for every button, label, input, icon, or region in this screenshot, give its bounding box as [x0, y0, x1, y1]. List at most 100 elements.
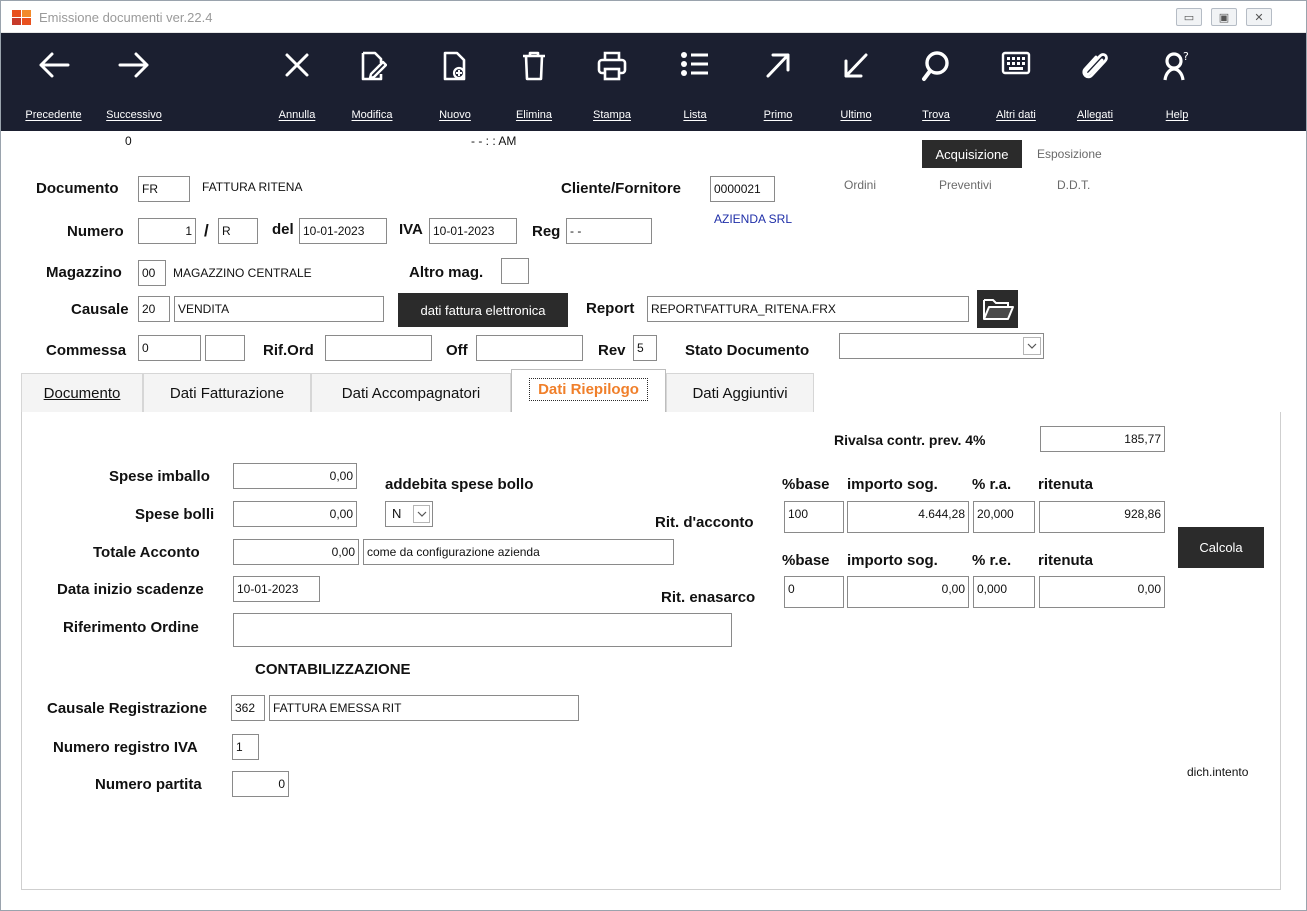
tab-dati-riepilogo[interactable]: Dati Riepilogo	[511, 369, 666, 413]
addebita-spese-bollo-label: addebita spese bollo	[385, 476, 534, 493]
data-inizio-scadenze-field[interactable]: 10-01-2023	[233, 576, 320, 602]
report-path-field[interactable]: REPORT\FATTURA_RITENA.FRX	[647, 296, 969, 322]
lista-button[interactable]: Lista	[667, 33, 723, 131]
commessa-field-2[interactable]	[205, 335, 245, 361]
rif-ord-label: Rif.Ord	[263, 342, 314, 359]
rit-enasarco-ritenuta-field[interactable]: 0,00	[1039, 576, 1165, 608]
del-date-field[interactable]: 10-01-2023	[299, 218, 387, 244]
rit-acconto-importo-field[interactable]: 4.644,28	[847, 501, 969, 533]
addebita-value: N	[392, 506, 402, 521]
svg-text:?: ?	[1183, 50, 1189, 63]
acquisizione-tab[interactable]: Acquisizione	[922, 140, 1022, 168]
causale-registrazione-code-field[interactable]: 362	[231, 695, 265, 721]
contabilizzazione-title: CONTABILIZZAZIONE	[255, 661, 411, 678]
primo-button[interactable]: Primo	[749, 33, 807, 131]
rif-ord-field[interactable]	[325, 335, 432, 361]
documento-description: FATTURA RITENA	[202, 180, 303, 194]
off-field[interactable]	[476, 335, 583, 361]
rivalsa-field[interactable]: 185,77	[1040, 426, 1165, 452]
nuovo-button[interactable]: Nuovo	[427, 33, 483, 131]
keypad-icon	[1001, 51, 1031, 75]
totale-acconto-field[interactable]: 0,00	[233, 539, 359, 565]
tab-documento[interactable]: Documento	[21, 373, 143, 412]
altro-mag-field[interactable]	[501, 258, 529, 284]
causale-registrazione-desc-field[interactable]: FATTURA EMESSA RIT	[269, 695, 579, 721]
stampa-button[interactable]: Stampa	[584, 33, 640, 131]
elimina-button[interactable]: Elimina	[506, 33, 562, 131]
stato-documento-select[interactable]	[839, 333, 1044, 359]
magazzino-code-field[interactable]: 00	[138, 260, 166, 286]
preventivi-link[interactable]: Preventivi	[939, 178, 992, 192]
annulla-button[interactable]: Annulla	[267, 33, 327, 131]
reg-field[interactable]: - -	[566, 218, 652, 244]
rit-acconto-ritenuta-field[interactable]: 928,86	[1039, 501, 1165, 533]
record-counter: 0	[125, 134, 132, 148]
documento-code-field[interactable]: FR	[138, 176, 190, 202]
successivo-button[interactable]: Successivo	[99, 33, 169, 131]
causale-code-field[interactable]: 20	[138, 296, 170, 322]
causale-description-field[interactable]: VENDITA	[174, 296, 384, 322]
tab-dati-accompagnatori[interactable]: Dati Accompagnatori	[311, 373, 511, 412]
edit-document-icon	[361, 51, 387, 81]
numero-partita-field[interactable]: 0	[232, 771, 289, 797]
ddt-link[interactable]: D.D.T.	[1057, 178, 1090, 192]
rev-label: Rev	[598, 342, 626, 359]
commessa-field[interactable]: 0	[138, 335, 201, 361]
spese-imballo-field[interactable]: 0,00	[233, 463, 357, 489]
open-folder-button[interactable]	[977, 290, 1018, 328]
reg-label: Reg	[532, 223, 561, 240]
rit-enasarco-perc-field[interactable]: 0,000	[973, 576, 1035, 608]
cliente-name: AZIENDA SRL	[714, 212, 793, 226]
numero-slash: /	[204, 221, 209, 240]
trova-button[interactable]: Trova	[908, 33, 964, 131]
rit-enasarco-header-ritenuta: ritenuta	[1038, 552, 1094, 569]
app-logo-icon	[12, 10, 32, 26]
rit-enasarco-label: Rit. enasarco	[661, 589, 756, 606]
riferimento-ordine-field[interactable]	[233, 613, 732, 647]
numero-registro-iva-field[interactable]: 1	[232, 734, 259, 760]
close-button[interactable]: ✕	[1246, 8, 1272, 26]
rit-enasarco-base-field[interactable]: 0	[784, 576, 844, 608]
rit-acconto-perc-field[interactable]: 20,000	[973, 501, 1035, 533]
rit-acconto-base-field[interactable]: 100	[784, 501, 844, 533]
rit-enasarco-importo-field[interactable]: 0,00	[847, 576, 969, 608]
altri-dati-button[interactable]: Altri dati	[984, 33, 1048, 131]
precedente-button[interactable]: Precedente	[16, 33, 91, 131]
numero-field[interactable]: 1	[138, 218, 196, 244]
rit-acconto-header-base: %base	[782, 476, 830, 493]
data-inizio-scadenze-label: Data inizio scadenze	[57, 581, 204, 598]
esposizione-tab[interactable]: Esposizione	[1037, 147, 1102, 161]
altro-mag-label: Altro mag.	[409, 264, 484, 281]
totale-acconto-note-field[interactable]: come da configurazione azienda	[363, 539, 674, 565]
fattura-elettronica-button[interactable]: dati fattura elettronica	[398, 293, 568, 327]
minimize-button[interactable]: ▭	[1176, 8, 1202, 26]
arrow-down-left-icon	[844, 53, 868, 78]
ordini-link[interactable]: Ordini	[844, 178, 876, 192]
serie-field[interactable]: R	[218, 218, 258, 244]
tab-dati-fatturazione[interactable]: Dati Fatturazione	[143, 373, 311, 412]
del-label: del	[272, 221, 294, 238]
dich-intento-link[interactable]: dich.intento	[1187, 765, 1248, 779]
ultimo-button[interactable]: Ultimo	[827, 33, 885, 131]
rit-enasarco-header-importo: importo sog.	[847, 552, 938, 569]
rev-field[interactable]: 5	[633, 335, 657, 361]
close-x-icon	[285, 53, 309, 77]
allegati-button[interactable]: Allegati	[1065, 33, 1125, 131]
stato-documento-label: Stato Documento	[685, 342, 810, 359]
tab-dati-aggiuntivi[interactable]: Dati Aggiuntivi	[666, 373, 814, 412]
documento-label: Documento	[36, 180, 119, 197]
help-button[interactable]: ? Help	[1149, 33, 1205, 131]
iva-date-field[interactable]: 10-01-2023	[429, 218, 517, 244]
search-icon	[922, 51, 949, 81]
toolbar: Precedente Successivo Annulla Modifica N…	[1, 33, 1306, 131]
arrow-left-icon	[39, 52, 69, 78]
chevron-down-icon[interactable]	[413, 505, 430, 523]
maximize-button[interactable]: ▣	[1211, 8, 1237, 26]
rit-acconto-label: Rit. d'acconto	[655, 514, 754, 531]
cliente-code-field[interactable]: 0000021	[710, 176, 775, 202]
addebita-spese-bollo-select[interactable]: N	[385, 501, 433, 527]
modifica-button[interactable]: Modifica	[341, 33, 403, 131]
calcola-button[interactable]: Calcola	[1178, 527, 1264, 568]
chevron-down-icon[interactable]	[1023, 337, 1041, 355]
spese-bolli-field[interactable]: 0,00	[233, 501, 357, 527]
